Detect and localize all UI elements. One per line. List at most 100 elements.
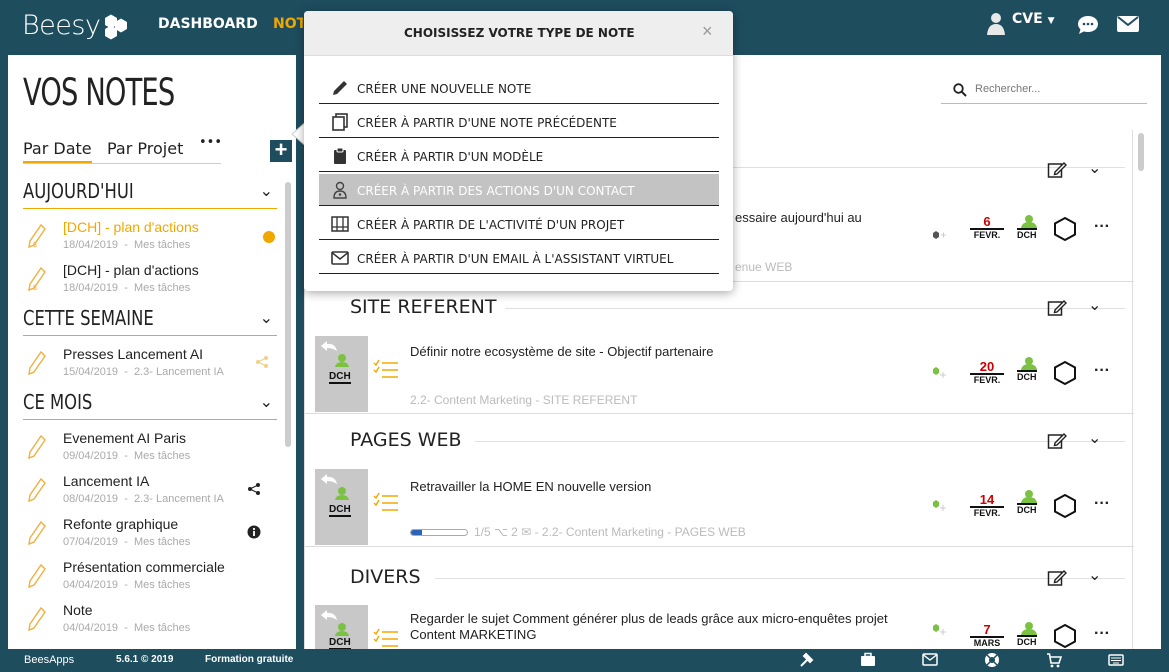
table-row[interactable]: DCH Retravailler la HOME EN nouvelle ver… — [305, 469, 1134, 547]
briefcase-icon[interactable] — [860, 652, 876, 668]
hammer-icon[interactable] — [798, 652, 814, 668]
hexagon-status-icon[interactable] — [1053, 216, 1077, 242]
list-item[interactable]: Présentation commerciale 04/04/2019 - Me… — [23, 555, 277, 598]
tabs-more-icon[interactable]: ••• — [199, 135, 222, 150]
pencil-note-icon: $ — [28, 266, 46, 292]
note-meta: 08/04/2019 - 2.3- Lancement IA — [63, 493, 224, 505]
pencil-note-icon — [28, 563, 46, 589]
search-box[interactable]: Rechercher... — [941, 77, 1147, 104]
more-options-icon[interactable]: ··· — [1094, 625, 1110, 643]
edit-icon[interactable] — [1047, 160, 1067, 180]
more-options-icon[interactable]: ··· — [1094, 362, 1110, 380]
menu-item-from-previous[interactable]: CRÉER À PARTIR D'UNE NOTE PRÉCÉDENTE — [319, 106, 719, 138]
group-divider — [435, 578, 1125, 579]
list-item[interactable]: Evenement AI Paris 09/04/2019 - Mes tâch… — [23, 426, 277, 469]
nav-notes[interactable]: NOTES — [273, 16, 303, 32]
pencil-note-icon: $ — [28, 223, 46, 249]
footer-brand[interactable]: BeesApps — [24, 654, 74, 666]
assignee-badge[interactable]: DCH — [1017, 489, 1041, 515]
clipboard-icon — [334, 147, 346, 164]
tab-par-projet[interactable]: Par Projet — [107, 139, 183, 158]
share-icon[interactable] — [255, 355, 269, 369]
task-thumbnail[interactable]: DCH — [315, 336, 368, 412]
keyboard-icon[interactable] — [1108, 653, 1124, 667]
close-icon[interactable]: × — [702, 21, 713, 42]
note-meta: 18/04/2019 - Mes tâches — [63, 239, 191, 251]
cart-icon[interactable] — [1046, 652, 1062, 668]
priority-icon[interactable] — [931, 499, 947, 513]
priority-icon[interactable] — [931, 623, 947, 637]
pencil-note-icon — [28, 350, 46, 376]
edit-icon[interactable] — [1047, 431, 1067, 451]
pencil-icon — [333, 81, 347, 95]
list-item[interactable]: Presses Lancement AI 15/04/2019 - 2.3- L… — [23, 342, 277, 385]
task-title: Retravailler la HOME EN nouvelle version — [410, 479, 652, 494]
main-scrollbar[interactable] — [1138, 133, 1144, 171]
priority-icon[interactable] — [931, 366, 947, 380]
list-item[interactable]: Lancement IA 08/04/2019 - 2.3- Lancement… — [23, 469, 277, 512]
table-row[interactable]: DCH Définir notre ecosystème de site - O… — [305, 336, 1134, 414]
assignee-badge[interactable]: DCH — [1017, 356, 1041, 382]
more-options-icon[interactable]: ··· — [1094, 495, 1110, 513]
hexagon-status-icon[interactable] — [1053, 360, 1077, 386]
menu-item-from-project[interactable]: CRÉER À PARTIR DE L'ACTIVITÉ D'UN PROJET — [319, 208, 719, 240]
section-this-week[interactable]: CETTE SEMAINE ⌄ — [23, 306, 277, 336]
tab-par-date[interactable]: Par Date — [23, 139, 92, 163]
section-today[interactable]: AUJOURD'HUI ⌄ — [23, 179, 277, 209]
menu-item-from-email[interactable]: CRÉER À PARTIR D'UN EMAIL À L'ASSISTANT … — [319, 242, 719, 274]
mail-icon[interactable] — [922, 653, 938, 667]
chevron-down-icon[interactable]: ⌄ — [1088, 158, 1101, 178]
user-avatar-icon — [335, 623, 349, 636]
menu-item-new-note[interactable]: CRÉER UNE NOUVELLE NOTE — [319, 72, 719, 104]
hexagon-status-icon[interactable] — [1053, 493, 1077, 519]
user-avatar-icon — [335, 354, 349, 367]
menu-item-label: CRÉER UNE NOUVELLE NOTE — [357, 82, 532, 96]
due-date[interactable]: 20 FEVR. — [970, 360, 1004, 386]
priority-icon[interactable] — [931, 228, 947, 242]
share-icon[interactable] — [247, 482, 261, 496]
list-item[interactable]: $ [DCH] - plan d'actions 18/04/2019 - Me… — [23, 215, 277, 258]
chevron-down-icon[interactable]: ⌄ — [260, 181, 273, 200]
search-input[interactable]: Rechercher... — [975, 83, 1040, 95]
due-date[interactable]: 7 MARS — [970, 623, 1004, 649]
edit-icon[interactable] — [1047, 568, 1067, 588]
menu-item-from-contact[interactable]: CRÉER À PARTIR DES ACTIONS D'UN CONTACT — [319, 174, 719, 206]
more-options-icon[interactable]: ··· — [1094, 218, 1110, 236]
hexagon-status-icon[interactable] — [1053, 623, 1077, 649]
info-icon[interactable] — [247, 525, 261, 539]
task-thumbnail[interactable]: DCH — [315, 469, 368, 545]
user-avatar-icon[interactable] — [986, 12, 1006, 36]
footer-training-link[interactable]: Formation gratuite — [205, 654, 293, 665]
task-meta: 1/5 ⌥ 2 ✉ - 2.2- Content Marketing - PAG… — [410, 525, 746, 539]
edit-icon[interactable] — [1047, 298, 1067, 318]
chat-icon[interactable] — [1077, 15, 1099, 35]
list-item[interactable]: $ [DCH] - plan d'actions 18/04/2019 - Me… — [23, 258, 277, 301]
chevron-down-icon[interactable]: ⌄ — [260, 392, 273, 411]
due-date[interactable]: 6 FEVR. — [970, 215, 1004, 241]
list-item[interactable]: Refonte graphique 07/04/2019 - Mes tâche… — [23, 512, 277, 555]
support-icon[interactable] — [984, 652, 1000, 668]
task-thumbnail[interactable]: DCH — [315, 605, 368, 650]
pencil-note-icon — [28, 434, 46, 460]
chevron-down-icon[interactable]: ⌄ — [1088, 295, 1101, 315]
chevron-down-icon[interactable]: ⌄ — [260, 308, 273, 327]
task-meta: enue WEB — [735, 260, 793, 274]
nav-dashboard[interactable]: DASHBOARD — [158, 16, 258, 32]
menu-item-from-template[interactable]: CRÉER À PARTIR D'UN MODÈLE — [319, 140, 719, 172]
table-row[interactable]: DCH Regarder le sujet Comment générer pl… — [305, 605, 1134, 650]
app-logo[interactable]: Beesy — [22, 10, 101, 41]
assignee-badge[interactable]: DCH — [1017, 621, 1041, 647]
footer-version: 5.6.1 © 2019 — [116, 654, 174, 665]
assignee-badge[interactable]: DCH — [1017, 214, 1041, 240]
sidebar-scrollbar[interactable] — [285, 182, 291, 447]
pencil-note-icon — [28, 520, 46, 546]
search-icon — [953, 83, 967, 97]
mail-icon[interactable] — [1117, 16, 1139, 32]
due-date[interactable]: 14 FEVR. — [970, 493, 1004, 519]
chevron-down-icon[interactable]: ⌄ — [1088, 428, 1101, 448]
group-divider — [475, 441, 1125, 442]
section-this-month[interactable]: CE MOIS ⌄ — [23, 390, 277, 420]
list-item[interactable]: Note 04/04/2019 - Mes tâches — [23, 598, 277, 641]
user-menu[interactable]: CVE ▼ — [1012, 11, 1054, 27]
chevron-down-icon[interactable]: ⌄ — [1088, 565, 1101, 585]
